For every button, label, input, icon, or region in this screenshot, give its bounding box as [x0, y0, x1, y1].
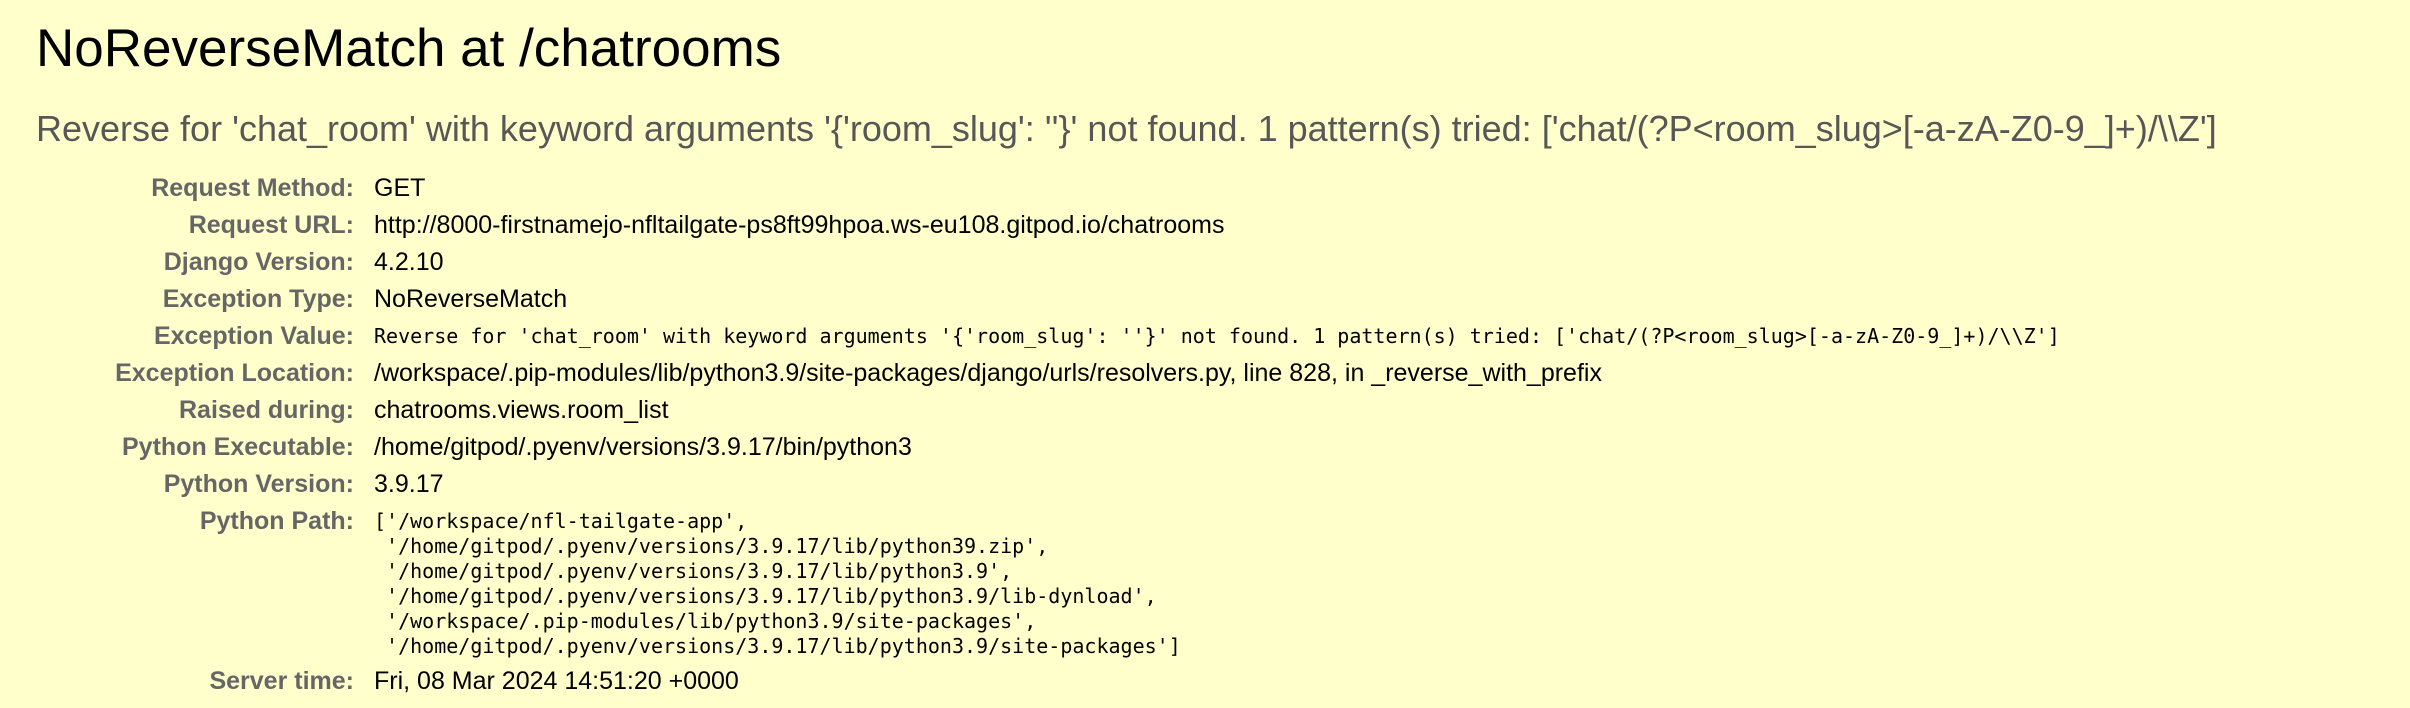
meta-row-server-time: Server time: Fri, 08 Mar 2024 14:51:20 +…	[36, 663, 2060, 700]
meta-row-raised-during: Raised during: chatrooms.views.room_list	[36, 392, 2060, 429]
meta-row-exception-location: Exception Location: /workspace/.pip-modu…	[36, 355, 2060, 392]
meta-row-request-method: Request Method: GET	[36, 170, 2060, 207]
python-path-line: '/workspace/.pip-modules/lib/python3.9/s…	[374, 609, 1037, 633]
meta-label: Django Version:	[163, 248, 354, 276]
meta-value: http://8000-firstnamejo-nfltailgate-ps8f…	[374, 211, 1225, 239]
meta-value: /home/gitpod/.pyenv/versions/3.9.17/bin/…	[374, 433, 912, 461]
meta-row-python-executable: Python Executable: /home/gitpod/.pyenv/v…	[36, 429, 2060, 466]
meta-label: Request URL:	[188, 211, 354, 239]
meta-label: Python Path:	[199, 507, 354, 535]
error-summary: NoReverseMatch at /chatrooms Reverse for…	[0, 0, 2410, 700]
meta-value: 4.2.10	[374, 248, 444, 276]
meta-label: Python Version:	[163, 470, 354, 498]
meta-label: Raised during:	[178, 396, 354, 424]
python-path-line: '/home/gitpod/.pyenv/versions/3.9.17/lib…	[374, 559, 1013, 583]
meta-label: Exception Type:	[162, 285, 354, 313]
python-path-list: ['/workspace/nfl-tailgate-app', '/home/g…	[374, 503, 2060, 663]
meta-row-request-url: Request URL: http://8000-firstnamejo-nfl…	[36, 207, 2060, 244]
meta-value: /workspace/.pip-modules/lib/python3.9/si…	[374, 359, 1602, 387]
meta-row-exception-value: Exception Value: Reverse for 'chat_room'…	[36, 318, 2060, 355]
python-path-line: '/home/gitpod/.pyenv/versions/3.9.17/lib…	[374, 534, 1049, 558]
meta-label: Python Executable:	[122, 433, 354, 461]
python-path-line: '/home/gitpod/.pyenv/versions/3.9.17/lib…	[374, 634, 1181, 658]
meta-label: Server time:	[209, 667, 354, 695]
meta-value: Fri, 08 Mar 2024 14:51:20 +0000	[374, 667, 739, 695]
meta-row-django-version: Django Version: 4.2.10	[36, 244, 2060, 281]
meta-value: NoReverseMatch	[374, 285, 568, 313]
meta-row-exception-type: Exception Type: NoReverseMatch	[36, 281, 2060, 318]
meta-value: Reverse for 'chat_room' with keyword arg…	[374, 324, 2060, 348]
page-title: NoReverseMatch at /chatrooms	[36, 19, 782, 78]
python-path-line: '/home/gitpod/.pyenv/versions/3.9.17/lib…	[374, 584, 1157, 608]
python-path-line: ['/workspace/nfl-tailgate-app',	[374, 509, 748, 533]
meta-label: Request Method:	[151, 174, 354, 202]
request-meta-table: Request Method: GET Request URL: http://…	[36, 170, 2060, 700]
meta-row-python-path: Python Path: ['/workspace/nfl-tailgate-a…	[36, 503, 2060, 663]
meta-label: Exception Value:	[153, 322, 354, 350]
exception-value-heading: Reverse for 'chat_room' with keyword arg…	[36, 108, 2217, 149]
meta-value: chatrooms.views.room_list	[374, 396, 669, 424]
meta-value: GET	[374, 174, 426, 202]
meta-label: Exception Location:	[115, 359, 354, 387]
meta-value: 3.9.17	[374, 470, 444, 498]
meta-row-python-version: Python Version: 3.9.17	[36, 466, 2060, 503]
